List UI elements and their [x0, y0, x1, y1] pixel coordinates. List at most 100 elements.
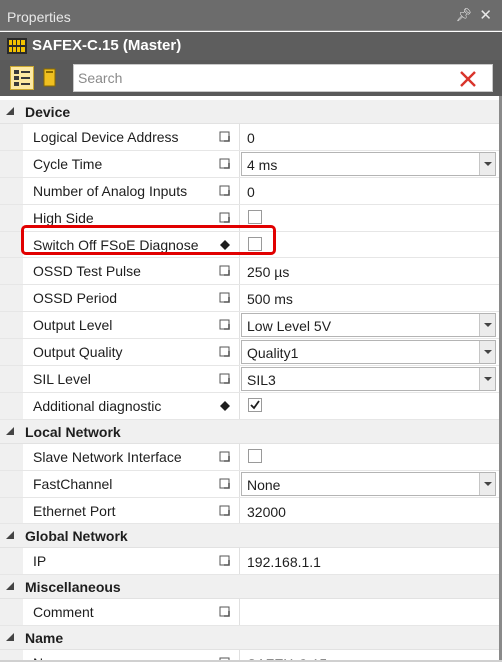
- category-device[interactable]: Device: [0, 100, 502, 124]
- property-value-icon[interactable]: [218, 291, 232, 305]
- categorized-view-button[interactable]: [10, 66, 34, 90]
- chevron-down-icon: [484, 161, 492, 166]
- property-value-icon[interactable]: [218, 345, 232, 359]
- non-default-value-icon[interactable]: [218, 399, 232, 413]
- category-label: Miscellaneous: [25, 579, 121, 596]
- column-divider: [239, 366, 240, 392]
- dropdown-button[interactable]: [479, 152, 495, 175]
- property-value-icon[interactable]: [218, 130, 232, 144]
- dropdown-value: 4 ms: [247, 156, 278, 173]
- chevron-down-icon: [484, 323, 492, 328]
- category-local-network[interactable]: Local Network: [0, 419, 502, 444]
- property-name: OSSD Test Pulse: [33, 263, 141, 280]
- categorized-view-icon: [14, 70, 30, 86]
- panel-title-bar: Properties 📌︎ ✕: [0, 0, 502, 31]
- category-label: Name: [25, 630, 64, 647]
- property-value-icon[interactable]: [218, 211, 232, 225]
- property-row-additional-diagnostic[interactable]: Additional diagnostic: [0, 392, 502, 420]
- property-name: Logical Device Address: [33, 129, 179, 145]
- property-checkbox[interactable]: [248, 397, 262, 412]
- collapse-triangle-icon[interactable]: [6, 582, 14, 591]
- dropdown-button[interactable]: [479, 341, 495, 364]
- property-name: Comment: [33, 604, 94, 621]
- dropdown-button[interactable]: [479, 314, 495, 337]
- property-row-output-quality[interactable]: Output Quality Quality1: [0, 339, 502, 367]
- clear-search-icon[interactable]: [458, 69, 478, 89]
- property-value[interactable]: 0: [247, 130, 255, 146]
- close-icon[interactable]: ✕: [479, 6, 492, 24]
- property-value-icon[interactable]: [218, 450, 232, 464]
- property-row-comment[interactable]: Comment: [0, 599, 502, 627]
- panel-title: Properties: [7, 9, 71, 25]
- collapse-triangle-icon[interactable]: [6, 426, 14, 435]
- property-row-slave-network-interface[interactable]: Slave Network Interface: [0, 443, 502, 471]
- alphabetical-view-icon: [43, 68, 56, 87]
- search-box: [73, 64, 493, 92]
- property-row-switch-off-fsoe-diagnose[interactable]: Switch Off FSoE Diagnose: [0, 231, 502, 259]
- property-row-high-side[interactable]: High Side: [0, 204, 502, 232]
- dropdown-button[interactable]: [479, 472, 495, 495]
- column-divider: [239, 548, 240, 575]
- column-divider: [239, 392, 240, 419]
- property-checkbox[interactable]: [248, 236, 262, 251]
- property-row-fastchannel[interactable]: FastChannel None: [0, 470, 502, 498]
- property-value-icon[interactable]: [218, 554, 232, 568]
- category-miscellaneous[interactable]: Miscellaneous: [0, 575, 502, 600]
- property-row-cycle-time[interactable]: Cycle Time 4 ms: [0, 150, 502, 178]
- pin-icon[interactable]: 📌︎: [455, 7, 472, 23]
- property-row-ethernet-port[interactable]: Ethernet Port 32000: [0, 497, 502, 525]
- dropdown-button[interactable]: [479, 368, 495, 391]
- non-default-value-icon[interactable]: [218, 238, 232, 252]
- property-name: High Side: [33, 209, 94, 226]
- row-gutter: [0, 392, 23, 419]
- property-checkbox[interactable]: [248, 209, 262, 224]
- row-gutter: [0, 258, 23, 285]
- property-row-ossd-test-pulse[interactable]: OSSD Test Pulse 250 µs: [0, 258, 502, 286]
- row-gutter: [0, 204, 23, 231]
- property-value-icon[interactable]: [218, 264, 232, 278]
- property-row-sil-level[interactable]: SIL Level SIL3: [0, 366, 502, 393]
- column-divider: [239, 231, 240, 258]
- category-label: Global Network: [25, 528, 128, 545]
- property-name: Slave Network Interface: [33, 448, 182, 465]
- property-value-icon[interactable]: [218, 372, 232, 386]
- property-row-ip[interactable]: IP 192.168.1.1: [0, 548, 502, 576]
- properties-toolbar: [0, 60, 502, 96]
- property-dropdown[interactable]: SIL3: [241, 367, 496, 392]
- category-name[interactable]: Name: [0, 626, 502, 651]
- column-divider: [239, 204, 240, 231]
- property-value-icon[interactable]: [218, 157, 232, 171]
- property-name: Additional diagnostic: [33, 397, 162, 414]
- alphabetical-view-button[interactable]: [37, 66, 61, 90]
- property-row-ossd-period[interactable]: OSSD Period 500 ms: [0, 285, 502, 313]
- property-dropdown[interactable]: Low Level 5V: [241, 313, 496, 338]
- property-row-output-level[interactable]: Output Level Low Level 5V: [0, 312, 502, 340]
- row-gutter: [0, 150, 23, 177]
- chevron-down-icon: [484, 377, 492, 382]
- collapse-triangle-icon[interactable]: [6, 107, 14, 115]
- collapse-triangle-icon[interactable]: [6, 531, 14, 540]
- property-row-logical-device-address[interactable]: Logical Device Address 0: [0, 124, 502, 151]
- property-checkbox[interactable]: [248, 448, 262, 463]
- property-value-icon[interactable]: [218, 605, 232, 619]
- row-gutter: [0, 497, 23, 524]
- property-value-icon[interactable]: [218, 184, 232, 198]
- column-divider: [239, 312, 240, 339]
- category-global-network[interactable]: Global Network: [0, 524, 502, 549]
- property-name: FastChannel: [33, 475, 113, 492]
- property-value[interactable]: 0: [247, 184, 255, 200]
- property-value[interactable]: 32000: [247, 504, 286, 520]
- property-dropdown[interactable]: 4 ms: [241, 151, 496, 176]
- search-input[interactable]: [78, 69, 448, 87]
- collapse-triangle-icon[interactable]: [6, 633, 14, 642]
- property-row-number-of-analog-inputs[interactable]: Number of Analog Inputs 0: [0, 177, 502, 205]
- property-value-icon[interactable]: [218, 477, 232, 491]
- property-value-icon[interactable]: [218, 504, 232, 518]
- property-dropdown[interactable]: Quality1: [241, 340, 496, 365]
- property-dropdown[interactable]: None: [241, 471, 496, 496]
- property-value[interactable]: 192.168.1.1: [247, 554, 321, 570]
- property-value[interactable]: 500 ms: [247, 291, 293, 307]
- property-value[interactable]: 250 µs: [247, 264, 289, 280]
- property-value-icon[interactable]: [218, 318, 232, 332]
- row-gutter: [0, 548, 23, 575]
